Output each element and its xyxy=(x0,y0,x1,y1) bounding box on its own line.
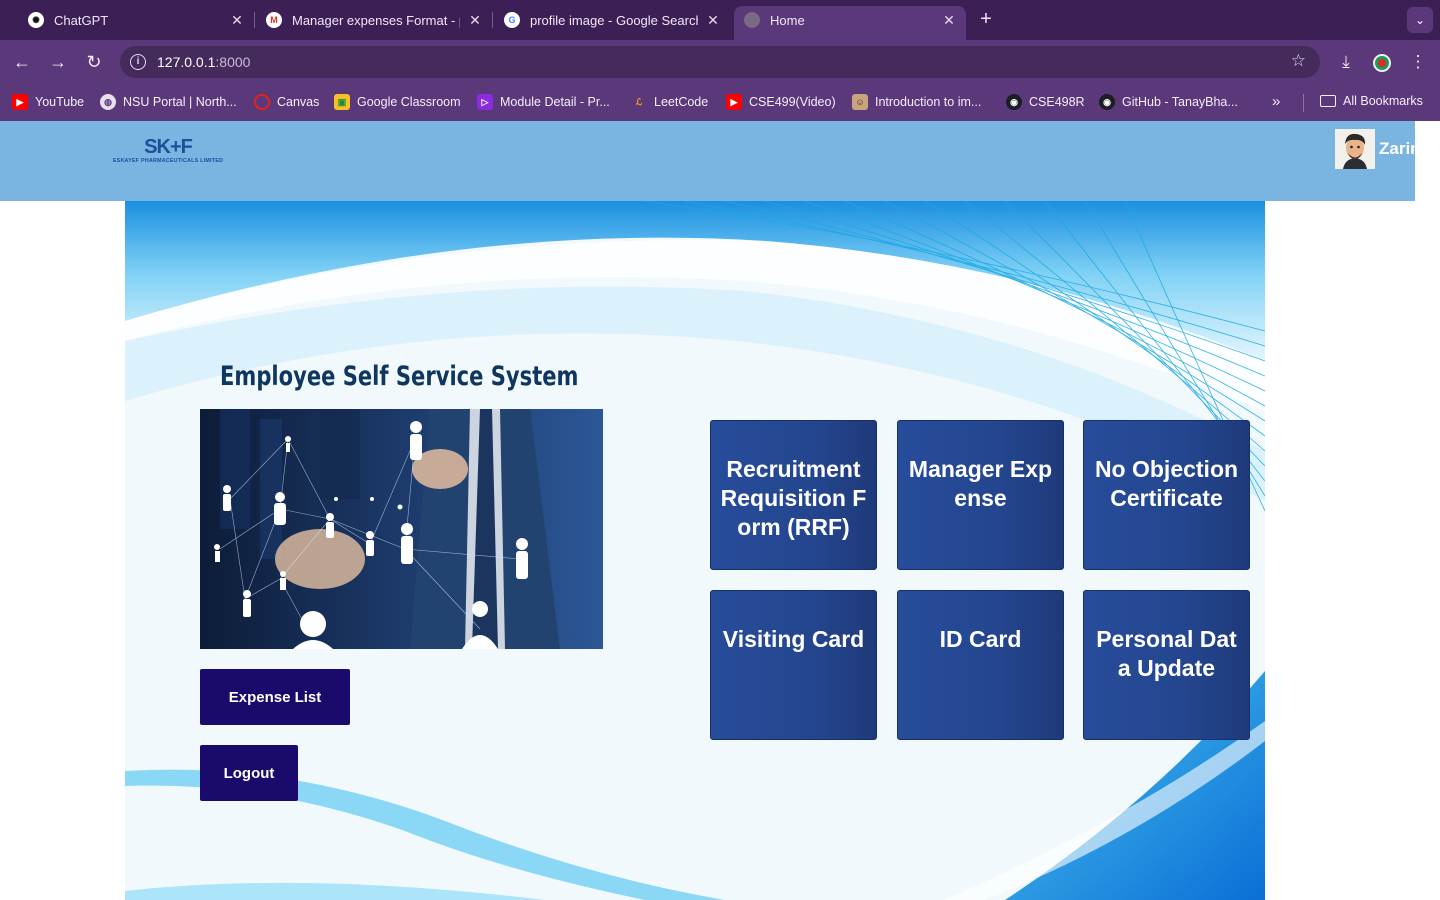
bookmark-label: Canvas xyxy=(277,95,320,109)
user-avatar-icon xyxy=(1335,129,1375,169)
bookmark-item[interactable]: ▣ Google Classroom xyxy=(334,94,461,110)
bookmark-divider xyxy=(1303,94,1304,112)
close-icon[interactable]: ✕ xyxy=(940,12,958,29)
skf-logo[interactable]: SK+F ESKAYEF PHARMACEUTICALS LIMITED xyxy=(98,137,238,165)
tile-no-objection-certificate[interactable]: No Objection Certificate xyxy=(1083,420,1250,570)
bookmark-item[interactable]: ▶ YouTube xyxy=(12,94,84,110)
bookmark-label: CSE498R xyxy=(1029,95,1085,109)
folder-icon xyxy=(1320,95,1336,107)
download-icon[interactable]: ⤓ xyxy=(1335,51,1357,73)
browser-tab-strip: ✺ ChatGPT ✕ M Manager expenses Format - … xyxy=(0,0,1440,40)
tab-divider xyxy=(254,12,255,28)
tab-home[interactable]: Home ✕ xyxy=(734,6,966,40)
logo-mark: SK+F xyxy=(144,136,193,158)
avatar-icon: ☺ xyxy=(852,94,868,110)
gmail-icon: M xyxy=(266,12,282,28)
close-icon[interactable]: ✕ xyxy=(466,12,484,29)
site-info-icon[interactable]: i xyxy=(130,54,146,70)
tile-personal-data-update[interactable]: Personal Data Update xyxy=(1083,590,1250,740)
module-icon: ▷ xyxy=(477,94,493,110)
bookmarks-bar: ▶ YouTube ◍ NSU Portal | North... Canvas ▣… xyxy=(0,84,1440,121)
bookmark-label: LeetCode xyxy=(654,95,709,109)
tile-label: Manager Expense xyxy=(908,456,1053,511)
close-icon[interactable]: ✕ xyxy=(704,12,722,29)
bookmark-item[interactable]: ▶ CSE499(Video) xyxy=(726,94,836,110)
user-name[interactable]: Zarin xyxy=(1379,139,1415,159)
profile-icon[interactable] xyxy=(1373,54,1391,72)
business-network-illustration xyxy=(200,409,603,649)
tab-chatgpt[interactable]: ✺ ChatGPT ✕ xyxy=(28,6,246,34)
bookmark-label: Module Detail - Pr... xyxy=(500,95,610,109)
leetcode-icon: ℒ xyxy=(635,96,643,107)
reload-button[interactable]: ↻ xyxy=(83,51,105,73)
tab-title: ChatGPT xyxy=(54,12,109,28)
bookmark-label: Introduction to im... xyxy=(875,95,982,109)
bookmark-item[interactable]: Canvas xyxy=(254,94,319,110)
bookmark-item[interactable]: ℒ LeetCode xyxy=(631,94,708,110)
bookmark-label: Google Classroom xyxy=(357,95,461,109)
url-port: :8000 xyxy=(215,54,251,70)
bookmark-item[interactable]: ◉ CSE498R xyxy=(1006,94,1085,110)
main-content: Employee Self Service System Expense Lis… xyxy=(125,201,1265,900)
page-title: Employee Self Service System xyxy=(220,361,579,392)
github-icon: ◉ xyxy=(1099,94,1115,110)
all-bookmarks-button[interactable]: All Bookmarks xyxy=(1320,94,1423,108)
globe-icon xyxy=(744,12,760,28)
bookmark-item[interactable]: ▷ Module Detail - Pr... xyxy=(477,94,610,110)
expense-list-button[interactable]: Expense List xyxy=(200,669,350,725)
tab-title: Manager expenses Format - p xyxy=(292,12,460,28)
bookmark-item[interactable]: ☺ Introduction to im... xyxy=(852,94,981,110)
new-tab-button[interactable]: + xyxy=(976,9,996,31)
close-icon[interactable]: ✕ xyxy=(228,12,246,29)
tab-manager-expenses[interactable]: M Manager expenses Format - p ✕ xyxy=(266,6,484,34)
bookmark-item[interactable]: ◍ NSU Portal | North... xyxy=(100,94,237,110)
tile-label: Recruitment Requisition Form (RRF) xyxy=(720,456,867,540)
globe-icon: ◍ xyxy=(100,94,116,110)
tile-visiting-card[interactable]: Visiting Card xyxy=(710,590,877,740)
menu-kebab-icon[interactable]: ⋮ xyxy=(1407,51,1429,73)
tab-search-button[interactable]: ⌄ xyxy=(1407,7,1433,33)
bookmark-star-icon[interactable]: ☆ xyxy=(1291,51,1306,71)
url-host: 127.0.0.1 xyxy=(157,54,216,70)
logout-button[interactable]: Logout xyxy=(200,745,298,801)
tab-title: Home xyxy=(770,12,805,28)
chatgpt-icon: ✺ xyxy=(28,12,44,28)
tile-label: Visiting Card xyxy=(722,626,865,652)
tab-title: profile image - Google Search xyxy=(530,12,698,28)
github-icon: ◉ xyxy=(1006,94,1022,110)
user-avatar[interactable] xyxy=(1335,129,1375,169)
bookmark-label: YouTube xyxy=(35,95,85,109)
hero-network-image xyxy=(200,409,603,649)
more-bookmarks-chevron-icon[interactable]: » xyxy=(1272,93,1280,110)
site-header: SK+F ESKAYEF PHARMACEUTICALS LIMITED Zar… xyxy=(0,121,1415,201)
classroom-icon: ▣ xyxy=(334,94,350,110)
youtube-icon: ▶ xyxy=(12,94,28,110)
tile-label: No Objection Certificate xyxy=(1094,456,1239,511)
back-button[interactable]: ← xyxy=(11,51,33,73)
tab-google-search[interactable]: G profile image - Google Search ✕ xyxy=(504,6,722,34)
youtube-icon: ▶ xyxy=(726,94,742,110)
address-bar[interactable]: i 127.0.0.1:8000 ☆ xyxy=(120,46,1320,78)
bookmark-item[interactable]: ◉ GitHub - TanayBha... xyxy=(1099,94,1238,110)
canvas-icon xyxy=(254,94,270,110)
tile-label: ID Card xyxy=(939,626,1022,652)
browser-toolbar: ← → ↻ i 127.0.0.1:8000 ☆ ⤓ ⋮ xyxy=(0,40,1440,84)
bookmark-label: CSE499(Video) xyxy=(749,95,836,109)
tile-id-card[interactable]: ID Card xyxy=(897,590,1064,740)
bookmark-label: GitHub - TanayBha... xyxy=(1122,95,1238,109)
tile-recruitment-requisition-form[interactable]: Recruitment Requisition Form (RRF) xyxy=(710,420,877,570)
bookmark-label: NSU Portal | North... xyxy=(123,95,237,109)
forward-button[interactable]: → xyxy=(47,51,69,73)
logo-subtitle: ESKAYEF PHARMACEUTICALS LIMITED xyxy=(112,158,224,164)
tile-label: Personal Data Update xyxy=(1096,626,1237,681)
all-bookmarks-label: All Bookmarks xyxy=(1343,94,1423,108)
tab-divider xyxy=(492,12,493,28)
tile-manager-expense[interactable]: Manager Expense xyxy=(897,420,1064,570)
google-icon: G xyxy=(504,12,520,28)
